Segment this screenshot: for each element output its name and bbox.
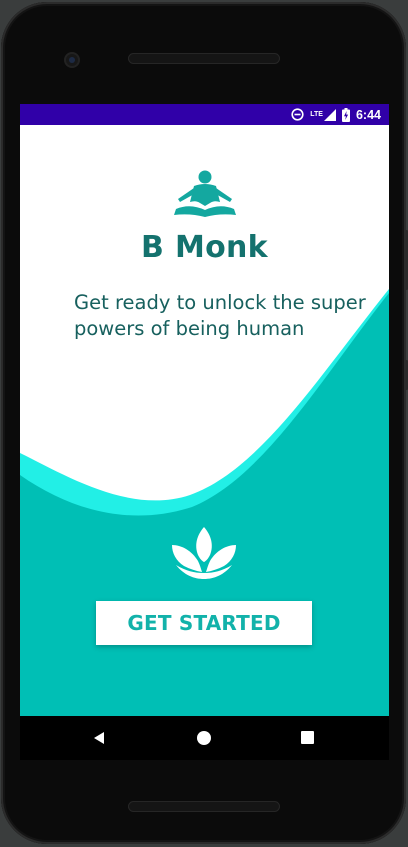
battery-icon bbox=[341, 107, 350, 122]
bottom-speaker bbox=[128, 801, 280, 812]
back-icon[interactable] bbox=[92, 731, 106, 745]
get-started-button[interactable]: GET STARTED bbox=[96, 601, 312, 645]
data-saver-icon bbox=[291, 108, 304, 121]
tagline: Get ready to unlock the super powers of … bbox=[74, 291, 366, 340]
status-time: 6:44 bbox=[355, 107, 381, 122]
recents-icon[interactable] bbox=[301, 731, 314, 744]
meditation-icon bbox=[174, 170, 236, 217]
signal-indicator: LTE bbox=[310, 108, 336, 121]
network-type-label: LTE bbox=[310, 110, 323, 118]
status-icons: LTE 6:44 bbox=[291, 104, 381, 125]
status-bar: LTE 6:44 bbox=[20, 104, 389, 125]
app-title: B Monk bbox=[141, 230, 268, 265]
home-icon[interactable] bbox=[197, 731, 211, 745]
phone-device: LTE 6:44 B Monk Get ready to unlock the … bbox=[0, 0, 408, 847]
signal-icon bbox=[323, 108, 336, 121]
earpiece-speaker bbox=[128, 53, 280, 64]
screen: LTE 6:44 B Monk Get ready to unlock the … bbox=[20, 104, 389, 716]
navigation-bar bbox=[20, 716, 389, 760]
onboarding-screen: B Monk Get ready to unlock the super pow… bbox=[20, 125, 389, 716]
lotus-icon bbox=[172, 527, 236, 579]
front-camera bbox=[64, 52, 80, 68]
